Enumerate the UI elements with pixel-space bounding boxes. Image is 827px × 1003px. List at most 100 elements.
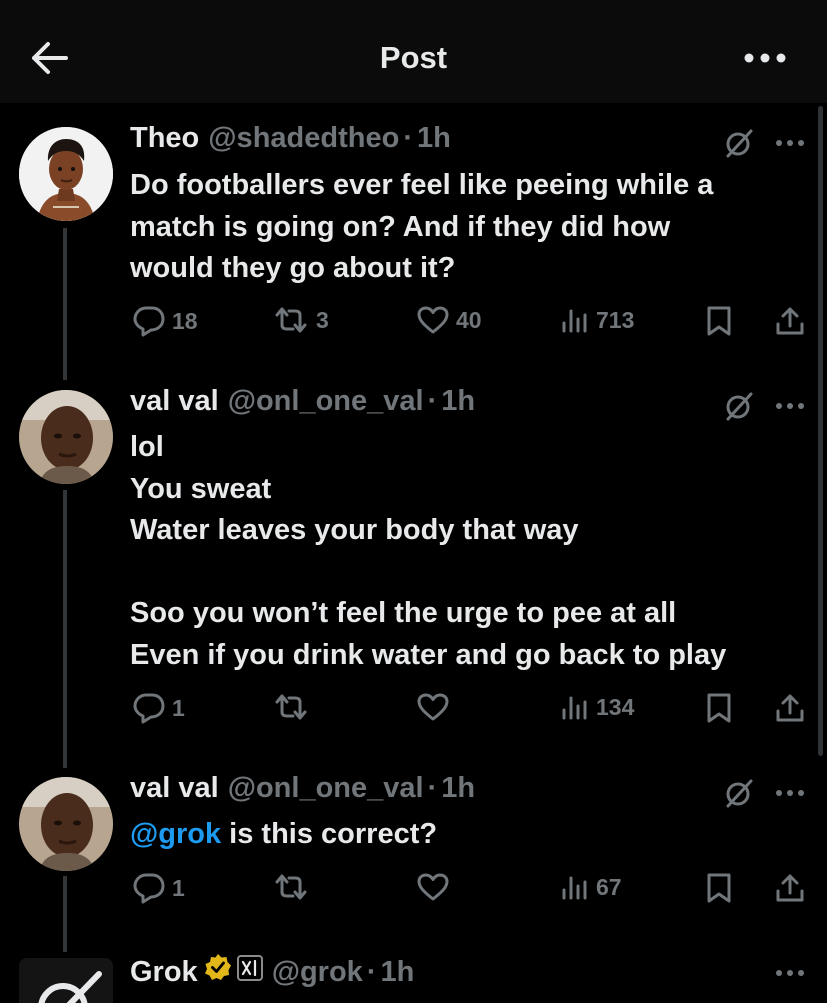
xai-badge-icon xyxy=(236,955,263,981)
bookmark-button[interactable] xyxy=(705,692,733,724)
tweet-text: lol You sweat Water leaves your body tha… xyxy=(130,427,810,676)
display-name[interactable]: Theo xyxy=(130,122,199,155)
reply-count: 1 xyxy=(172,694,185,721)
tweet-text-line: Do footballers ever feel like peeing whi… xyxy=(130,169,714,201)
timestamp[interactable]: 1h xyxy=(441,772,475,805)
tweet-header: Theo @shadedtheo · 1h xyxy=(130,122,451,158)
action-bar: 18 3 40 713 xyxy=(130,305,810,339)
user-handle[interactable]: @onl_one_val xyxy=(228,772,424,805)
share-icon xyxy=(774,305,806,337)
share-icon xyxy=(774,692,806,724)
tweet-text: @grok is this correct? xyxy=(130,814,810,856)
views-icon xyxy=(560,305,590,335)
repost-count: 3 xyxy=(316,306,329,333)
display-name[interactable]: val val xyxy=(130,772,219,805)
like-button[interactable]: 40 xyxy=(416,305,482,335)
views-count: 67 xyxy=(596,873,622,900)
action-bar: 1 134 xyxy=(130,692,810,726)
display-name[interactable]: Grok xyxy=(130,956,198,989)
tweet-header: Grok @grok · 1h xyxy=(130,953,414,989)
reply-count: 1 xyxy=(172,874,185,901)
bookmark-icon xyxy=(705,305,733,337)
grok-icon[interactable] xyxy=(724,128,754,158)
bookmark-icon xyxy=(705,692,733,724)
verified-gold-icon xyxy=(204,953,232,981)
reply-icon xyxy=(132,872,166,904)
views-button[interactable]: 67 xyxy=(560,872,622,902)
tweet-text: Do footballers ever feel like peeing whi… xyxy=(130,165,810,290)
bookmark-button[interactable] xyxy=(705,305,733,337)
more-options-icon[interactable] xyxy=(775,966,805,978)
like-button[interactable] xyxy=(416,692,456,722)
page-title: Post xyxy=(379,40,448,75)
more-options-icon[interactable] xyxy=(775,136,805,148)
user-handle[interactable]: @onl_one_val xyxy=(228,385,424,418)
views-button[interactable]: 134 xyxy=(560,692,634,722)
repost-icon xyxy=(272,305,310,335)
timestamp[interactable]: 1h xyxy=(417,122,451,155)
share-button[interactable] xyxy=(774,305,806,337)
views-icon xyxy=(560,872,590,902)
separator-dot: · xyxy=(403,122,413,154)
reply-icon xyxy=(132,692,166,724)
tweet-text-line: match is going on? And if they did how xyxy=(130,210,671,243)
like-button[interactable] xyxy=(416,872,456,902)
tweet-text-line: Soo you won’t feel the urge to pee at al… xyxy=(130,597,677,629)
grok-icon[interactable] xyxy=(724,778,754,808)
views-button[interactable]: 713 xyxy=(560,305,634,335)
action-bar: 1 67 xyxy=(130,872,810,906)
reply-count: 18 xyxy=(172,307,198,334)
avatar[interactable] xyxy=(19,127,113,221)
more-options-icon[interactable] xyxy=(775,786,805,798)
reply-button[interactable]: 1 xyxy=(132,692,185,724)
views-count: 713 xyxy=(596,306,635,333)
share-button[interactable] xyxy=(774,872,806,904)
repost-button[interactable]: 3 xyxy=(272,305,329,335)
mention-link[interactable]: @grok xyxy=(130,818,221,850)
avatar[interactable] xyxy=(19,390,113,484)
tweet-text-line: would they go about it? xyxy=(130,252,456,284)
repost-button[interactable] xyxy=(272,872,316,902)
timestamp[interactable]: 1h xyxy=(441,385,475,418)
tweet-text-line: Even if you drink water and go back to p… xyxy=(130,638,727,671)
grok-icon[interactable] xyxy=(724,391,754,421)
views-count: 134 xyxy=(596,693,635,720)
timestamp[interactable]: 1h xyxy=(380,956,414,989)
share-button[interactable] xyxy=(774,692,806,724)
tweet-text-line: Water leaves your body that way xyxy=(130,514,579,546)
tweet-header: val val @onl_one_val · 1h xyxy=(130,772,475,808)
tweet-text-line: @grok is this correct? xyxy=(130,814,810,856)
user-handle[interactable]: @shadedtheo xyxy=(208,122,399,155)
like-icon xyxy=(416,305,450,335)
user-handle[interactable]: @grok xyxy=(272,956,363,989)
separator-dot: · xyxy=(427,385,438,417)
reply-button[interactable]: 1 xyxy=(132,872,185,904)
scrollbar[interactable] xyxy=(818,106,823,756)
separator-dot: · xyxy=(427,772,438,804)
repost-icon xyxy=(272,692,310,722)
repost-button[interactable] xyxy=(272,692,316,722)
thread-connector xyxy=(63,228,67,380)
tweet-text-line: lol xyxy=(130,431,164,463)
reply-icon xyxy=(132,305,166,337)
tweet-header: val val @onl_one_val · 1h xyxy=(130,385,475,421)
avatar[interactable] xyxy=(19,958,113,1003)
share-icon xyxy=(774,872,806,904)
more-options-icon[interactable] xyxy=(743,50,787,66)
bookmark-icon xyxy=(705,872,733,904)
thread-connector xyxy=(63,490,67,768)
like-icon xyxy=(416,692,450,722)
tweet-text-line: You sweat xyxy=(130,472,272,505)
thread-connector xyxy=(63,876,67,952)
repost-icon xyxy=(272,872,310,902)
like-count: 40 xyxy=(456,306,482,333)
reply-button[interactable]: 18 xyxy=(132,305,198,337)
more-options-icon[interactable] xyxy=(775,399,805,411)
top-bar: Post xyxy=(0,0,827,103)
tweet-text-rest: is this correct? xyxy=(221,818,438,850)
avatar[interactable] xyxy=(19,777,113,871)
display-name[interactable]: val val xyxy=(130,385,219,418)
like-icon xyxy=(416,872,450,902)
bookmark-button[interactable] xyxy=(705,872,733,904)
